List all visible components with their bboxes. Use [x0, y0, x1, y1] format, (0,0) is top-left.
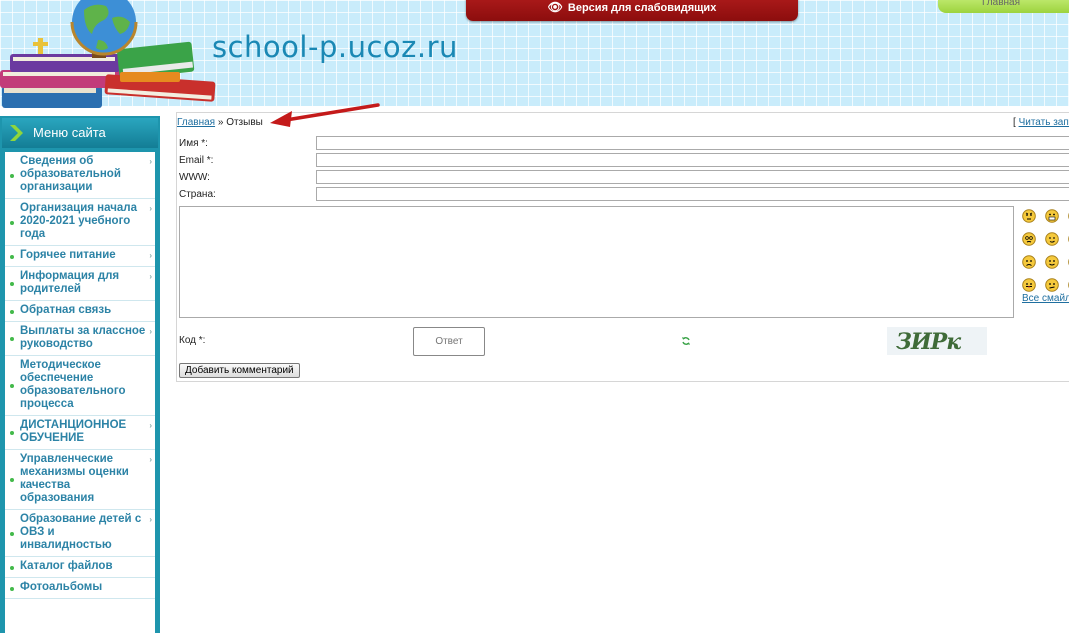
email-label: Email *: — [179, 155, 214, 166]
bullet-icon — [10, 173, 14, 178]
bullet-icon — [10, 337, 14, 341]
bullet-icon — [10, 565, 14, 570]
smirk-smiley-icon[interactable] — [1045, 232, 1059, 246]
angry-smiley-icon[interactable] — [1022, 209, 1036, 223]
submenu-arrow-icon: › — [149, 157, 152, 166]
sidebar-menu-item-label: Сведения об образовательной организации — [20, 155, 121, 193]
sad-smiley-icon[interactable] — [1022, 255, 1036, 269]
smile-smiley-icon[interactable] — [1045, 255, 1059, 269]
breadcrumb-separator: » — [217, 117, 224, 128]
bullet-icon — [10, 220, 14, 225]
site-title: school-p.ucoz.ru — [212, 30, 458, 64]
grin-smiley-icon[interactable] — [1045, 209, 1059, 223]
confused-smiley-icon[interactable] — [1045, 278, 1059, 292]
sidebar-menu-item-label: Методическое обеспечение образовательног… — [20, 359, 126, 410]
sidebar-menu-item[interactable]: Информация для родителей › — [5, 267, 155, 301]
sidebar-menu-item[interactable]: Фотоальбомы — [5, 578, 155, 599]
sidebar-menu-item-label: Информация для родителей — [20, 270, 120, 295]
sidebar-menu-item[interactable]: Каталог файлов — [5, 557, 155, 578]
bullet-icon — [10, 254, 14, 259]
submenu-arrow-icon: › — [149, 515, 152, 524]
accessibility-version-label: Версия для слабовидящих — [567, 2, 717, 14]
sidebar-menu-item-label: Обратная связь — [20, 304, 112, 316]
bullet-icon — [10, 282, 14, 286]
sidebar-menu-item[interactable]: Горячее питание › — [5, 246, 155, 267]
accessibility-version-button[interactable]: 👁 Версия для слабовидящих — [466, 0, 798, 21]
sidebar-menu-item-label: Организация начала 2020-2021 учебного го… — [20, 202, 138, 240]
site-menu: Сведения об образовательной организации ›… — [5, 152, 155, 633]
code-label: Код *: — [179, 335, 206, 346]
bullet-icon — [10, 586, 14, 591]
submenu-arrow-icon: › — [149, 251, 152, 260]
submenu-arrow-icon: › — [149, 421, 152, 430]
email-input[interactable] — [316, 153, 1069, 167]
bullet-icon — [10, 431, 14, 435]
read-entries-link-wrap: [ Читать запи — [1013, 117, 1069, 128]
submenu-arrow-icon: › — [149, 272, 152, 281]
globe-and-books-logo — [0, 0, 216, 108]
www-label: WWW: — [179, 172, 210, 183]
dizzy-smiley-icon[interactable] — [1022, 232, 1036, 246]
refresh-icon[interactable] — [681, 336, 691, 346]
sidebar-menu-item-label: Образование детей с ОВЗ и инвалидностью — [20, 513, 142, 551]
submenu-arrow-icon: › — [149, 327, 152, 336]
sidebar-menu-item[interactable]: Методическое обеспечение образовательног… — [5, 356, 155, 416]
red-annotation-arrow-icon — [270, 103, 380, 127]
sidebar-menu-item[interactable]: Управленческие механизмы оценки качества… — [5, 450, 155, 510]
sidebar-menu-item[interactable]: Организация начала 2020-2021 учебного го… — [5, 199, 155, 246]
sidebar-menu-item[interactable]: Образование детей с ОВЗ и инвалидностью › — [5, 510, 155, 557]
breadcrumb-current: Отзывы — [226, 117, 263, 128]
sidebar-menu-item[interactable]: Обратная связь — [5, 301, 155, 322]
sidebar-menu-item[interactable]: Сведения об образовательной организации › — [5, 152, 155, 199]
sidebar-menu-item-label: ДИСТАНЦИОННОЕ ОБУЧЕНИЕ — [20, 419, 127, 444]
all-smiles-link[interactable]: Все смайл — [1022, 293, 1069, 304]
www-input[interactable] — [316, 170, 1069, 184]
feedback-form-panel: Главная » Отзывы [ Читать запи Имя *: Em… — [176, 112, 1069, 382]
country-label: Страна: — [179, 189, 216, 200]
captcha-answer-input[interactable] — [413, 327, 485, 356]
bullet-icon — [10, 384, 14, 388]
captcha-image[interactable]: ЗИРк — [887, 327, 987, 355]
country-input[interactable] — [316, 187, 1069, 201]
name-input[interactable] — [316, 136, 1069, 150]
submenu-arrow-icon: › — [149, 204, 152, 213]
menu-header: Меню сайта — [2, 118, 158, 148]
add-comment-button[interactable]: Добавить комментарий — [179, 363, 300, 378]
breadcrumb-home-link[interactable]: Главная — [177, 117, 215, 128]
message-textarea[interactable] — [179, 206, 1014, 318]
bullet-icon — [10, 309, 14, 314]
bullet-icon — [10, 478, 14, 482]
bullet-icon — [10, 531, 14, 536]
chevron-right-icon — [10, 125, 23, 141]
sidebar-menu-item-label: Горячее питание — [20, 249, 116, 261]
sidebar-menu-item-label: Управленческие механизмы оценки качества… — [20, 453, 129, 504]
sidebar: Меню сайта Сведения об образовательной о… — [0, 116, 160, 633]
breadcrumb: Главная » Отзывы — [177, 117, 263, 128]
tongue-smiley-icon[interactable] — [1022, 278, 1036, 292]
submenu-arrow-icon: › — [149, 455, 152, 464]
sidebar-menu-item-label: Выплаты за классное руководство — [20, 325, 146, 350]
eye-icon: 👁 — [547, 0, 563, 14]
name-label: Имя *: — [179, 138, 208, 149]
sidebar-menu-item[interactable]: ДИСТАНЦИОННОЕ ОБУЧЕНИЕ › — [5, 416, 155, 450]
top-home-link[interactable]: Главная — [938, 0, 1069, 13]
menu-title: Меню сайта — [33, 125, 106, 140]
sidebar-menu-item-label: Фотоальбомы — [20, 581, 103, 593]
captcha-text: ЗИРк — [896, 329, 961, 355]
bracket: [ — [1013, 117, 1016, 128]
sidebar-menu-item[interactable]: Выплаты за классное руководство › — [5, 322, 155, 356]
read-entries-link[interactable]: Читать запи — [1019, 117, 1069, 128]
site-header: school-p.ucoz.ru 👁 Версия для слабовидящи… — [0, 0, 1069, 108]
sidebar-menu-item-label: Каталог файлов — [20, 560, 113, 572]
